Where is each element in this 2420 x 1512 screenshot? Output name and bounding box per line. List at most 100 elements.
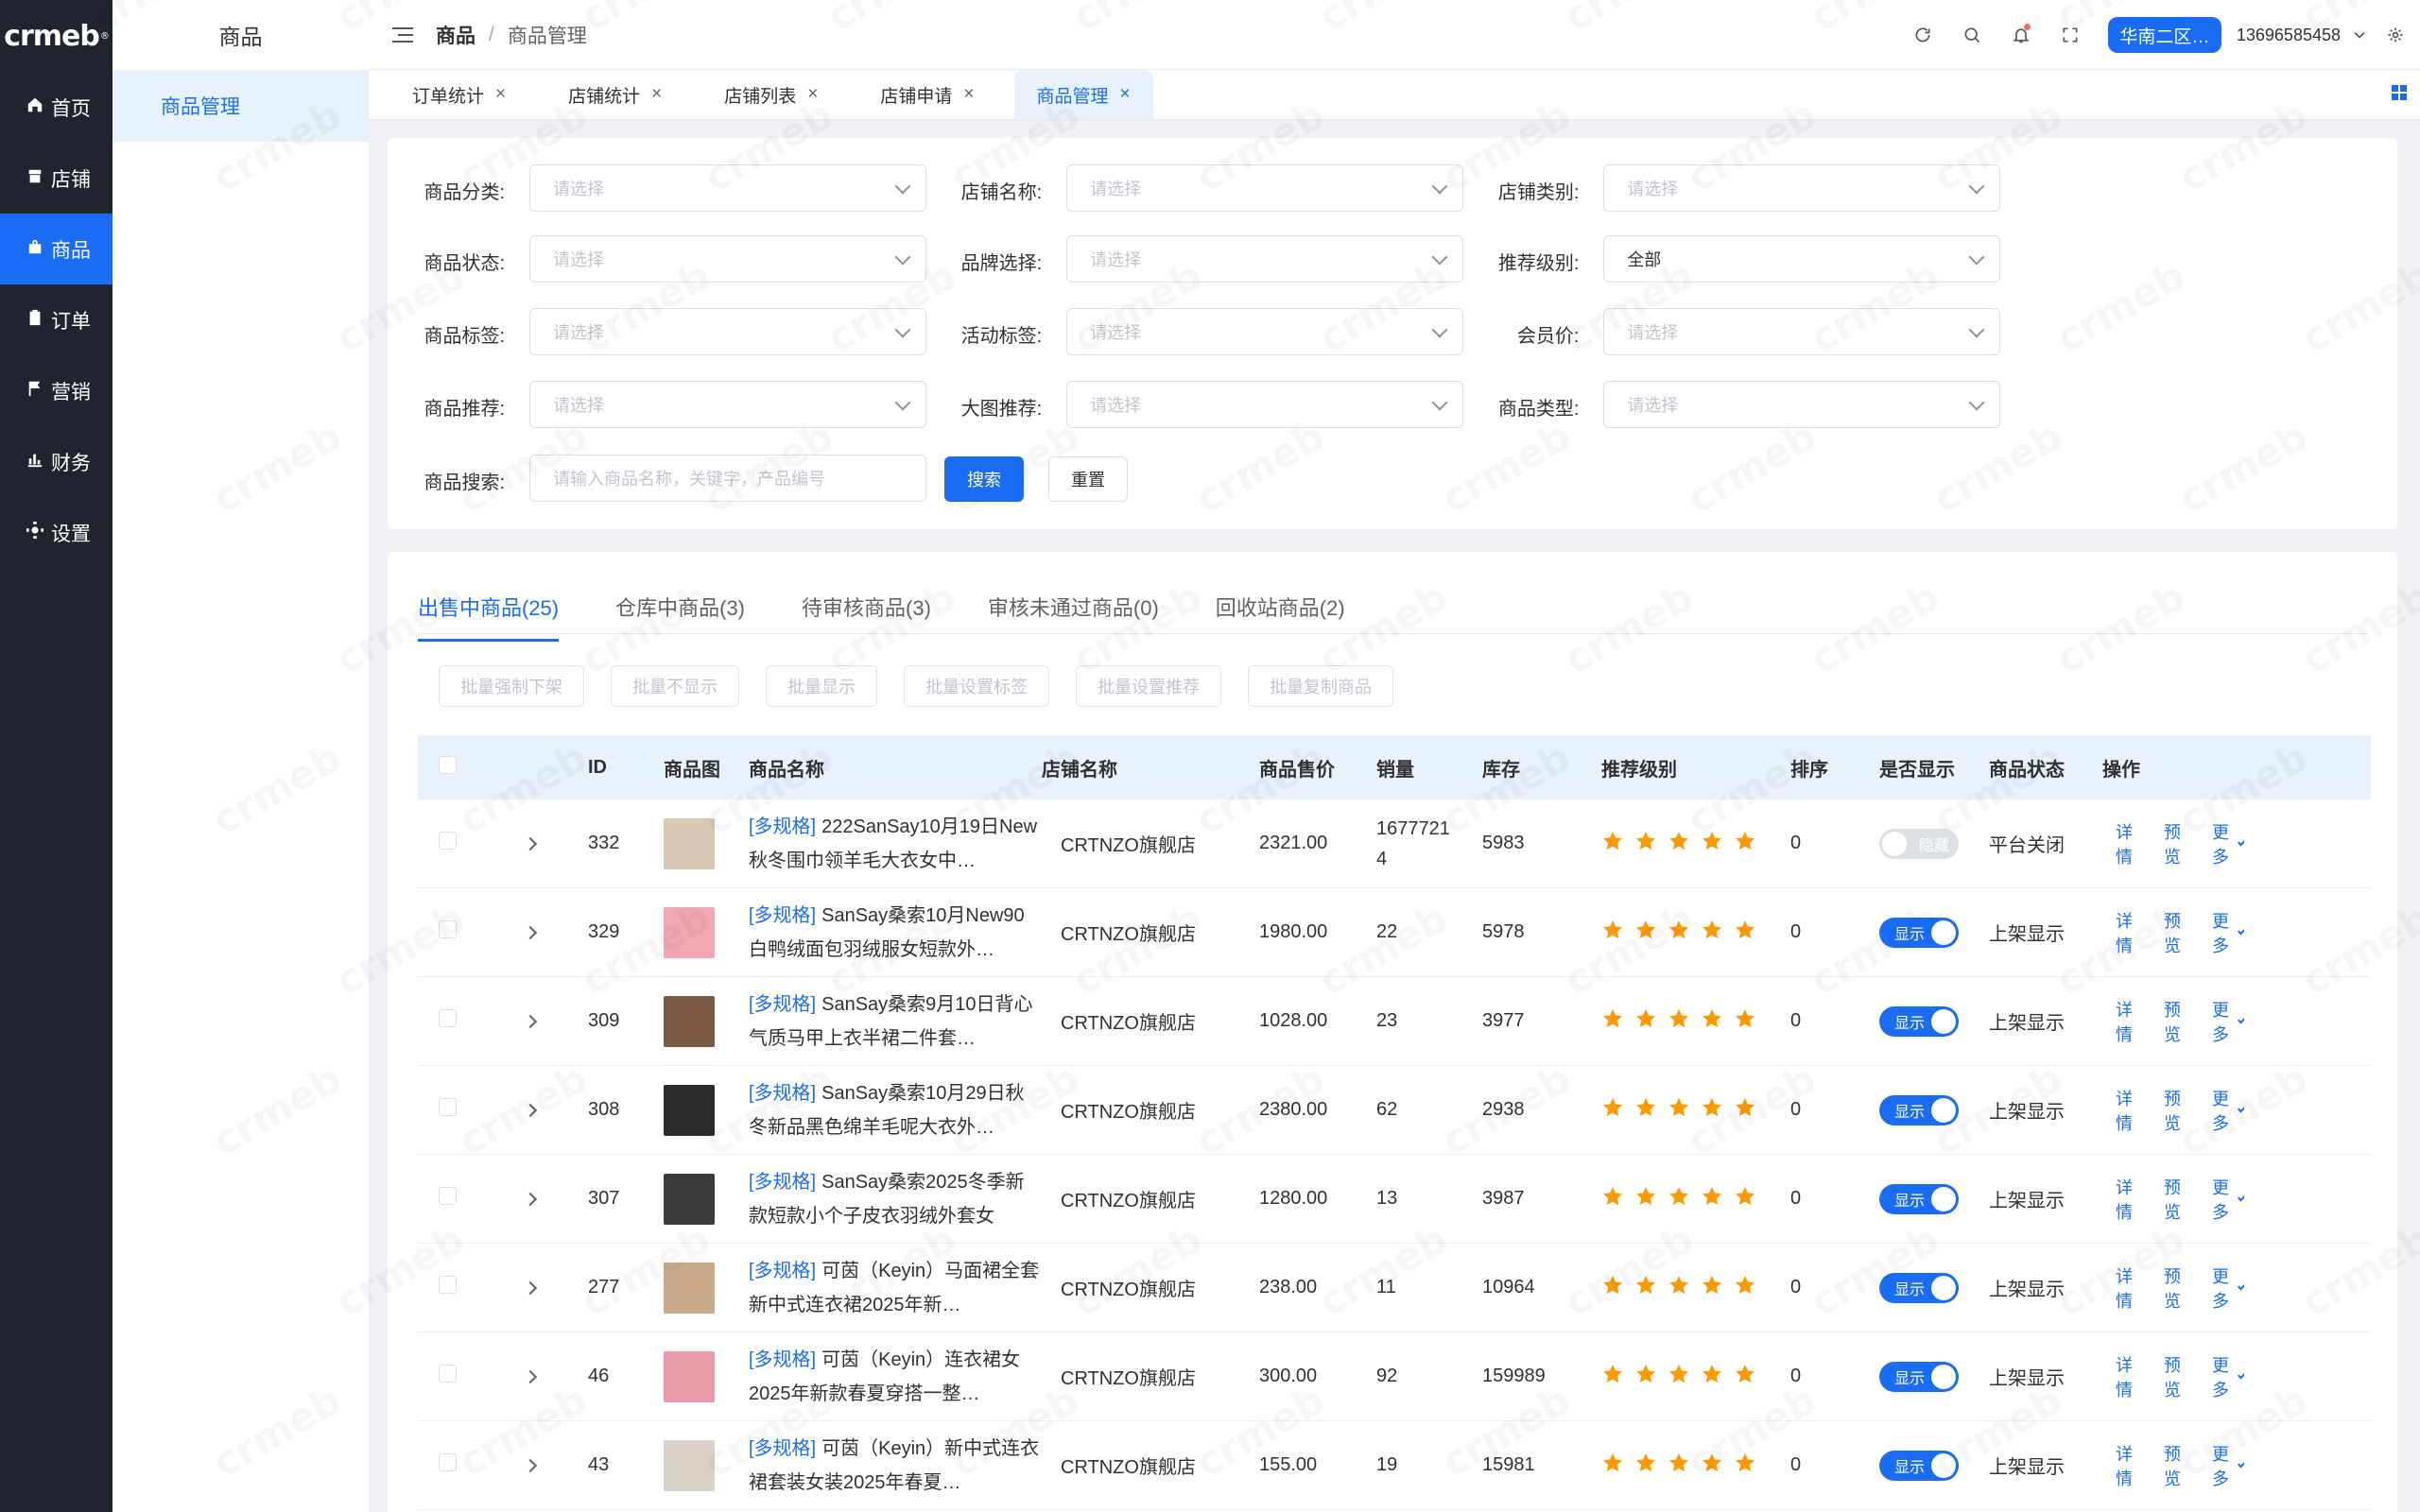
- preview-link[interactable]: 预览: [2164, 1175, 2186, 1224]
- rating-stars[interactable]: [1601, 1007, 1790, 1036]
- gear-icon[interactable]: [2384, 24, 2407, 46]
- product-thumbnail[interactable]: [664, 1173, 715, 1225]
- show-toggle[interactable]: 隐藏: [1879, 828, 1959, 859]
- chevron-right-icon[interactable]: [523, 1014, 538, 1029]
- show-toggle[interactable]: 显示: [1879, 1183, 1959, 1214]
- more-dropdown[interactable]: 更多: [2212, 997, 2244, 1046]
- row-checkbox[interactable]: [439, 832, 457, 850]
- open-tab[interactable]: 商品管理 ×: [1013, 70, 1153, 119]
- row-checkbox[interactable]: [439, 1365, 457, 1383]
- main-menu-item[interactable]: 财务: [0, 426, 112, 497]
- collapse-menu-icon[interactable]: [392, 25, 413, 45]
- rating-stars[interactable]: [1601, 1185, 1790, 1213]
- more-dropdown[interactable]: 更多: [2212, 1263, 2244, 1313]
- logo[interactable]: crmeb ®: [0, 0, 112, 72]
- close-icon[interactable]: ×: [1120, 84, 1131, 105]
- select-all-checkbox[interactable]: [439, 755, 457, 774]
- row-checkbox[interactable]: [439, 1098, 457, 1116]
- show-toggle[interactable]: 显示: [1879, 1272, 1959, 1303]
- chevron-right-icon[interactable]: [523, 1369, 538, 1384]
- bell-icon[interactable]: [2010, 24, 2032, 46]
- show-toggle[interactable]: 显示: [1879, 917, 1959, 948]
- detail-link[interactable]: 详情: [2116, 997, 2137, 1046]
- chevron-down-icon[interactable]: [2348, 24, 2371, 46]
- store-type-select[interactable]: 请选择: [1603, 164, 2001, 213]
- open-tab[interactable]: 店铺列表 ×: [679, 70, 835, 119]
- product-thumbnail[interactable]: [664, 1262, 715, 1314]
- main-menu-item[interactable]: 订单: [0, 284, 112, 355]
- rating-stars[interactable]: [1601, 919, 1790, 947]
- preview-link[interactable]: 预览: [2164, 997, 2186, 1046]
- product-thumbnail[interactable]: [664, 1084, 715, 1136]
- preview-link[interactable]: 预览: [2164, 1086, 2186, 1135]
- close-icon[interactable]: ×: [651, 84, 662, 105]
- breadcrumb-root[interactable]: 商品: [436, 21, 475, 49]
- detail-link[interactable]: 详情: [2116, 1175, 2137, 1224]
- search-icon[interactable]: [1961, 24, 1983, 46]
- category-select[interactable]: 请选择: [529, 164, 926, 213]
- more-dropdown[interactable]: 更多: [2212, 908, 2244, 957]
- row-checkbox[interactable]: [439, 1453, 457, 1471]
- search-button[interactable]: 搜索: [944, 456, 1024, 502]
- chevron-right-icon[interactable]: [523, 1280, 538, 1296]
- refresh-icon[interactable]: [1911, 24, 1934, 46]
- status-tab[interactable]: 出售中商品(25): [418, 592, 560, 642]
- recommend-select[interactable]: 请选择: [529, 380, 926, 428]
- chevron-right-icon[interactable]: [523, 836, 538, 851]
- product-type-select[interactable]: 请选择: [1603, 380, 2001, 428]
- detail-link[interactable]: 详情: [2116, 1352, 2137, 1401]
- more-dropdown[interactable]: 更多: [2212, 1441, 2244, 1490]
- detail-link[interactable]: 详情: [2116, 1263, 2137, 1313]
- preview-link[interactable]: 预览: [2164, 1263, 2186, 1313]
- store-name-select[interactable]: 请选择: [1066, 164, 1464, 213]
- detail-link[interactable]: 详情: [2116, 1441, 2137, 1490]
- preview-link[interactable]: 预览: [2164, 1441, 2186, 1490]
- batch-button[interactable]: 批量不显示: [611, 665, 739, 707]
- batch-button[interactable]: 批量设置标签: [904, 665, 1049, 707]
- product-tag-select[interactable]: 请选择: [529, 308, 926, 356]
- open-tab[interactable]: 店铺统计 ×: [523, 70, 679, 119]
- more-dropdown[interactable]: 更多: [2212, 819, 2244, 868]
- show-toggle[interactable]: 显示: [1879, 1094, 1959, 1125]
- rating-stars[interactable]: [1601, 1096, 1790, 1125]
- detail-link[interactable]: 详情: [2116, 1086, 2137, 1135]
- more-dropdown[interactable]: 更多: [2212, 1086, 2244, 1135]
- chevron-right-icon[interactable]: [523, 1192, 538, 1207]
- batch-button[interactable]: 批量复制商品: [1248, 665, 1393, 707]
- chevron-right-icon[interactable]: [523, 1458, 538, 1473]
- account-name[interactable]: 13696585458: [2237, 26, 2341, 45]
- close-icon[interactable]: ×: [807, 84, 818, 105]
- main-menu-item[interactable]: 营销: [0, 355, 112, 426]
- row-checkbox[interactable]: [439, 1276, 457, 1294]
- chevron-right-icon[interactable]: [523, 925, 538, 940]
- product-thumbnail[interactable]: [664, 1439, 715, 1491]
- detail-link[interactable]: 详情: [2116, 908, 2137, 957]
- row-checkbox[interactable]: [439, 1009, 457, 1027]
- batch-button[interactable]: 批量设置推荐: [1076, 665, 1221, 707]
- rating-stars[interactable]: [1601, 1363, 1790, 1391]
- main-menu-item[interactable]: 商品: [0, 214, 112, 284]
- brand-select[interactable]: 请选择: [1066, 235, 1464, 284]
- chevron-right-icon[interactable]: [523, 1103, 538, 1118]
- product-thumbnail[interactable]: [664, 906, 715, 958]
- preview-link[interactable]: 预览: [2164, 908, 2186, 957]
- search-input[interactable]: 请输入商品名称，关键字，产品编号: [529, 455, 926, 503]
- show-toggle[interactable]: 显示: [1879, 1361, 1959, 1392]
- status-tab[interactable]: 回收站商品(2): [1216, 592, 1345, 642]
- show-toggle[interactable]: 显示: [1879, 1450, 1959, 1481]
- reset-button[interactable]: 重置: [1048, 456, 1128, 502]
- show-toggle[interactable]: 显示: [1879, 1005, 1959, 1037]
- recommend-level-select[interactable]: 全部: [1603, 235, 2001, 284]
- more-dropdown[interactable]: 更多: [2212, 1352, 2244, 1401]
- row-checkbox[interactable]: [439, 1187, 457, 1205]
- preview-link[interactable]: 预览: [2164, 819, 2186, 868]
- main-menu-item[interactable]: 设置: [0, 497, 112, 568]
- fullscreen-icon[interactable]: [2059, 24, 2082, 46]
- product-thumbnail[interactable]: [664, 817, 715, 869]
- main-menu-item[interactable]: 店铺: [0, 143, 112, 214]
- more-dropdown[interactable]: 更多: [2212, 1175, 2244, 1224]
- main-menu-item[interactable]: 首页: [0, 72, 112, 143]
- row-checkbox[interactable]: [439, 920, 457, 938]
- rating-stars[interactable]: [1601, 830, 1790, 858]
- close-icon[interactable]: ×: [495, 84, 506, 105]
